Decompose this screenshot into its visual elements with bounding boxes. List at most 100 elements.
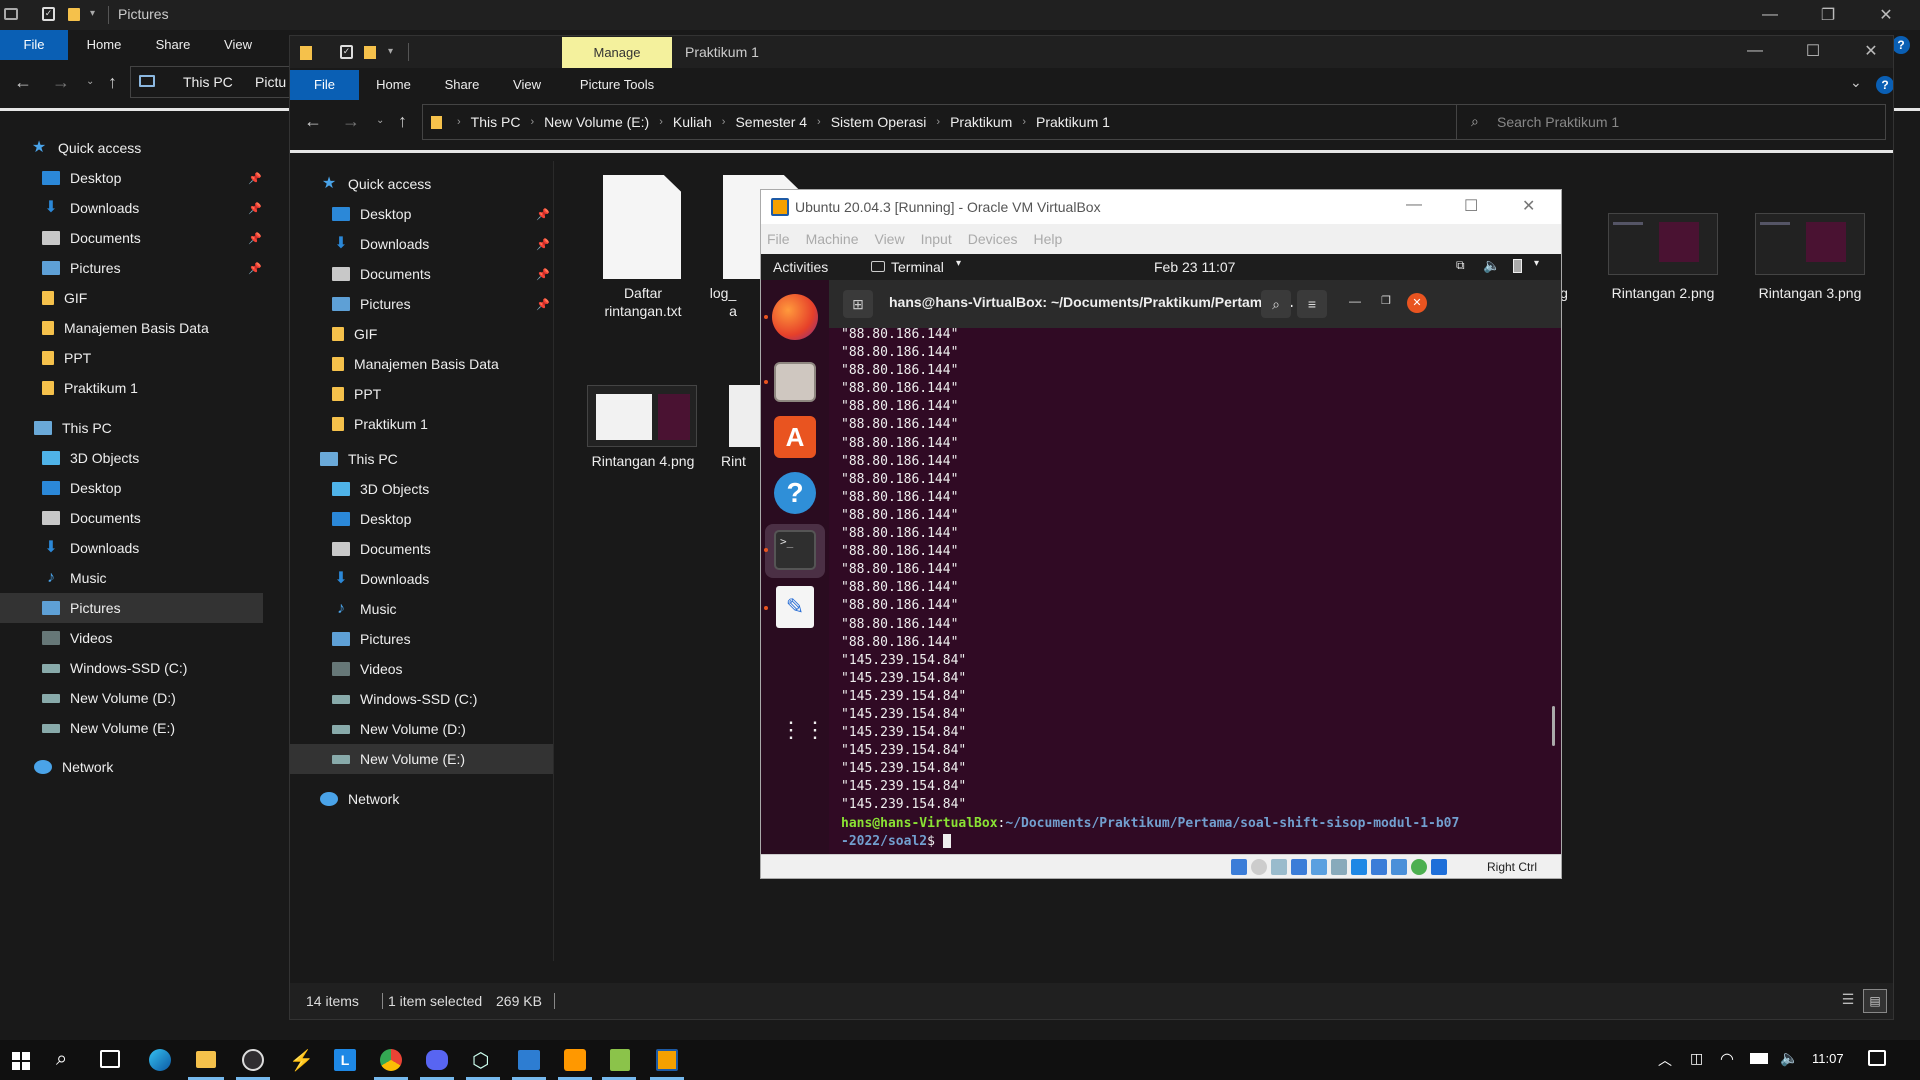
pin-icon[interactable]: 📌 [536, 238, 550, 251]
nav-music[interactable]: ♪ Music [42, 563, 107, 593]
battery-icon[interactable] [1750, 1053, 1768, 1064]
nav-videos[interactable]: Videos [42, 623, 113, 653]
recent-dropdown-icon[interactable]: ⌄ [376, 115, 384, 126]
nav-drive-e[interactable]: New Volume (E:) [332, 744, 465, 774]
app-menu-caret-icon[interactable]: ▾ [956, 258, 961, 269]
tab-file[interactable]: File [290, 70, 359, 100]
network-status-icon[interactable]: ⧉ [1456, 258, 1465, 273]
restore-button[interactable]: ❐ [1805, 0, 1851, 30]
help-icon[interactable]: ? [1892, 36, 1910, 54]
system-menu-caret-icon[interactable]: ▾ [1534, 258, 1539, 269]
minimize-button[interactable]: — [1747, 0, 1793, 30]
nav-ppt[interactable]: PPT [42, 343, 91, 373]
properties-icon[interactable]: ✓ [42, 7, 55, 21]
breadcrumb-this-pc[interactable]: This PC [471, 114, 521, 130]
nav-pictures[interactable]: Pictures [332, 289, 411, 319]
large-icons-view-icon[interactable]: ▤ [1863, 989, 1887, 1013]
search-icon[interactable]: ⌕ [1261, 290, 1291, 318]
nav-ppt[interactable]: PPT [332, 379, 381, 409]
tab-file[interactable]: File [0, 30, 68, 60]
photos-icon[interactable] [518, 1050, 540, 1070]
display-icon[interactable] [1351, 859, 1367, 875]
address-bar[interactable]: This PC Pictu [130, 66, 290, 98]
activities-button[interactable]: Activities [773, 259, 828, 275]
pin-icon[interactable]: 📌 [536, 268, 550, 281]
expand-ribbon-icon[interactable]: ⌄ [1850, 74, 1862, 91]
nav-pc-downloads[interactable]: ⬇ Downloads [332, 564, 429, 594]
nav-documents[interactable]: Documents [332, 259, 431, 289]
minimize-button[interactable]: — [1732, 36, 1778, 66]
nav-pc-pictures[interactable]: Pictures [332, 624, 411, 654]
close-button[interactable]: ✕ [1407, 293, 1427, 313]
pin-icon[interactable]: 📌 [248, 232, 262, 245]
back-arrow-icon[interactable]: ← [304, 111, 322, 132]
clock[interactable]: Feb 23 11:07 [1154, 259, 1235, 275]
show-apps-icon[interactable]: ⋮⋮⋮ [780, 719, 850, 757]
nav-3d-objects[interactable]: 3D Objects [42, 443, 139, 473]
close-button[interactable]: ✕ [1522, 196, 1535, 216]
breadcrumb-this-pc[interactable]: This PC [183, 74, 233, 90]
nav-gif[interactable]: GIF [42, 283, 87, 313]
nav-3d-objects[interactable]: 3D Objects [332, 474, 429, 504]
cpu-icon[interactable] [1391, 859, 1407, 875]
shared-folders-icon[interactable] [1331, 859, 1347, 875]
virtualbox-icon[interactable] [656, 1049, 678, 1071]
help-icon[interactable]: ? [1876, 76, 1893, 94]
optical-drive-icon[interactable] [1251, 859, 1267, 875]
file-explorer-icon[interactable] [196, 1051, 216, 1068]
nav-desktop[interactable]: Desktop [42, 163, 121, 193]
pin-icon[interactable]: 📌 [248, 202, 262, 215]
pin-icon[interactable]: 📌 [536, 208, 550, 221]
new-folder-icon[interactable] [68, 8, 80, 21]
forward-arrow-icon[interactable]: → [52, 72, 70, 93]
menu-file[interactable]: File [767, 231, 790, 247]
pin-icon[interactable]: 📌 [248, 262, 262, 275]
nav-manajemen[interactable]: Manajemen Basis Data [42, 313, 209, 343]
minimize-button[interactable]: — [1406, 196, 1422, 214]
clock[interactable]: 11:07 [1812, 1051, 1844, 1066]
chrome-icon[interactable] [380, 1049, 402, 1071]
address-bar[interactable]: › This PC › New Volume (E:) › Kuliah › S… [422, 104, 1538, 140]
show-hidden-icons-icon[interactable]: ︿ [1658, 1050, 1672, 1070]
tab-view[interactable]: View [496, 70, 558, 100]
nav-network[interactable]: Network [34, 752, 113, 782]
breadcrumb-praktikum[interactable]: Praktikum [950, 114, 1012, 130]
nav-downloads[interactable]: ⬇ Downloads [42, 193, 139, 223]
properties-icon[interactable]: ✓ [340, 45, 353, 59]
nav-desktop[interactable]: Desktop [332, 199, 411, 229]
image-thumbnail[interactable] [1608, 213, 1718, 275]
menu-view[interactable]: View [874, 231, 904, 247]
back-arrow-icon[interactable]: ← [14, 72, 32, 93]
nav-pc-documents[interactable]: Documents [332, 534, 431, 564]
nav-network[interactable]: Network [320, 784, 399, 814]
wifi-icon[interactable]: ◠ [1720, 1049, 1734, 1069]
image-thumbnail[interactable] [587, 385, 697, 447]
files-icon[interactable] [774, 362, 816, 402]
close-button[interactable]: ✕ [1848, 36, 1893, 66]
manage-tab[interactable]: Manage [562, 37, 672, 68]
edge-icon[interactable] [149, 1049, 171, 1071]
file-txt-icon[interactable] [603, 175, 681, 279]
nav-praktikum-1[interactable]: Praktikum 1 [332, 409, 428, 439]
maximize-button[interactable]: ☐ [1464, 196, 1478, 216]
image-thumbnail[interactable] [1755, 213, 1865, 275]
volume-icon[interactable]: 🔈 [1780, 1049, 1799, 1067]
nav-drive-c[interactable]: Windows-SSD (C:) [42, 653, 187, 683]
nav-drive-d[interactable]: New Volume (D:) [332, 714, 466, 744]
menu-machine[interactable]: Machine [806, 231, 859, 247]
text-editor-icon[interactable]: ✎ [776, 586, 814, 628]
terminal-scrollbar[interactable] [1552, 706, 1555, 746]
nav-drive-c[interactable]: Windows-SSD (C:) [332, 684, 477, 714]
menu-devices[interactable]: Devices [968, 231, 1018, 247]
battery-icon[interactable] [1513, 259, 1522, 273]
minimize-button[interactable]: — [1349, 294, 1361, 308]
tab-share[interactable]: Share [428, 70, 496, 100]
nav-pc-documents[interactable]: Documents [42, 503, 141, 533]
task-view-icon[interactable] [100, 1050, 120, 1068]
tab-home[interactable]: Home [68, 30, 140, 60]
mouse-integration-icon[interactable] [1431, 859, 1447, 875]
breadcrumb-praktikum-1[interactable]: Praktikum 1 [1036, 114, 1110, 130]
meet-now-icon[interactable]: ◫ [1690, 1050, 1703, 1067]
terminal-output[interactable]: "88.80.186.144" "88.80.186.144" "88.80.186… [841, 326, 1551, 851]
up-arrow-icon[interactable]: ↑ [108, 72, 117, 93]
